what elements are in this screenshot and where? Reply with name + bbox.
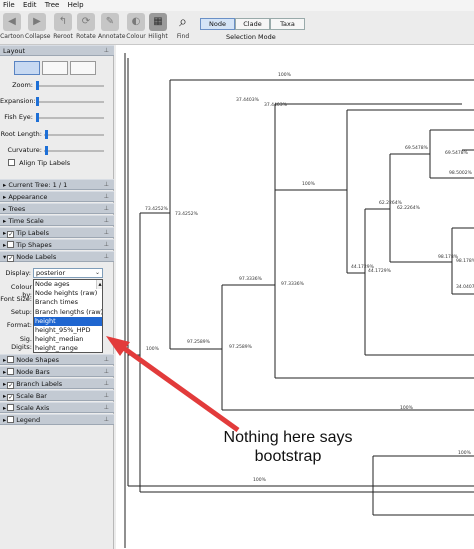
node-label: 97.3336%: [281, 281, 305, 287]
node-label: 98.5002%: [449, 170, 473, 176]
node-label: 69.5478%: [445, 150, 469, 156]
node-label: 98.178%: [456, 258, 474, 264]
tree-branches: [124, 53, 474, 548]
annotation-line-1: Nothing here says: [223, 429, 353, 446]
node-label: 37.4403%: [236, 97, 260, 103]
annotation-line-2: bootstrap: [254, 448, 322, 465]
node-label: 100%: [278, 72, 292, 78]
node-label: 44.1729%: [368, 268, 392, 274]
node-label: 100%: [253, 477, 267, 483]
phylogenetic-tree[interactable]: 100% 37.4403% 37.4403% 73.4252% 73.4252% 100%…: [0, 0, 474, 549]
node-label: 62.2264%: [397, 205, 421, 211]
node-label: 34.0407%: [456, 284, 474, 290]
node-label: 100%: [458, 450, 472, 456]
node-label: 100%: [146, 346, 160, 352]
node-label: 37.4403%: [264, 102, 288, 108]
annotation-arrow: [106, 336, 240, 433]
annotation-text: Nothing here says bootstrap: [200, 428, 376, 466]
node-label: 97.3336%: [239, 276, 263, 282]
node-label: 97.2589%: [229, 344, 253, 350]
node-label: 97.2589%: [187, 339, 211, 345]
arrow-shaft: [116, 341, 240, 433]
node-label: 100%: [302, 181, 316, 187]
node-label: 69.5478%: [405, 145, 429, 151]
node-labels: 100% 37.4403% 37.4403% 73.4252% 73.4252% 100%…: [145, 72, 474, 483]
node-label: 73.4252%: [145, 206, 169, 212]
node-label: 73.4252%: [175, 211, 199, 217]
node-label: 100%: [400, 405, 414, 411]
